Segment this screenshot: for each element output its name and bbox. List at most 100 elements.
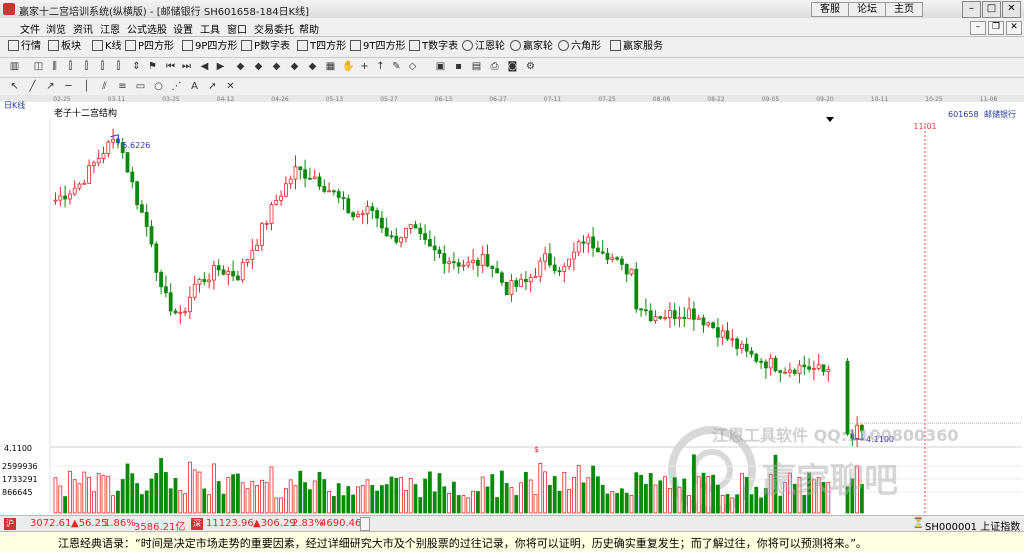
volume-bar xyxy=(701,472,706,514)
candle-icon[interactable]: ⫿ xyxy=(64,60,77,73)
first-icon[interactable]: ⏮ xyxy=(164,60,177,73)
menu-help[interactable]: 帮助 xyxy=(299,21,319,36)
gann-fan-icon[interactable]: ⋰ xyxy=(170,80,183,93)
forum-button[interactable]: 论坛 xyxy=(848,2,886,17)
candle-body xyxy=(634,268,639,310)
candle2-icon[interactable]: ⫿ xyxy=(80,60,93,73)
delete-icon[interactable]: ✕ xyxy=(224,80,237,93)
crosshair-icon[interactable]: + xyxy=(358,60,371,73)
volume-bar xyxy=(264,482,269,514)
winner-service-icon xyxy=(610,40,621,51)
vline-icon[interactable]: │ xyxy=(80,80,93,93)
candle-body xyxy=(87,165,91,184)
mdi-close-icon[interactable]: ✕ xyxy=(1006,21,1022,35)
arrow-up-icon[interactable]: ↑ xyxy=(374,60,387,73)
channel-icon[interactable]: ⫽ xyxy=(98,80,111,93)
pencil-icon[interactable]: ✎ xyxy=(390,60,403,73)
menu-browse[interactable]: 浏览 xyxy=(46,21,66,36)
status-scroll-left-icon[interactable] xyxy=(360,517,370,531)
fib-icon[interactable]: ≡ xyxy=(116,80,129,93)
customer-service-button[interactable]: 客服 xyxy=(811,2,849,17)
arrow-icon[interactable]: ➚ xyxy=(206,80,219,93)
camera-icon[interactable]: ◙ xyxy=(506,60,519,73)
p-square-button[interactable]: P四方形 xyxy=(125,40,174,54)
calc-icon[interactable]: ▣ xyxy=(434,60,447,73)
close-icon[interactable]: ✕ xyxy=(1002,1,1021,18)
menu-info[interactable]: 资讯 xyxy=(73,21,93,36)
candle-body xyxy=(701,317,706,326)
rect-icon[interactable]: ▭ xyxy=(134,80,147,93)
ray-icon[interactable]: ↗ xyxy=(44,80,57,93)
candle-body xyxy=(624,264,629,275)
candle4-icon[interactable]: ⫿ xyxy=(112,60,125,73)
date-tick-label: 03-11 xyxy=(108,96,126,103)
t-numbers-button[interactable]: T数字表 xyxy=(409,40,458,54)
candle-body xyxy=(173,310,178,314)
sector-button[interactable]: 板块 xyxy=(48,40,81,54)
gear-icon[interactable]: ⚙ xyxy=(524,60,537,73)
candle3-icon[interactable]: ⫿ xyxy=(96,60,109,73)
left-icon[interactable]: ◀ xyxy=(198,60,211,73)
menu-file[interactable]: 文件 xyxy=(20,21,40,36)
layout-icon[interactable]: ▥ xyxy=(8,60,21,73)
index-switch-icon[interactable]: ⏳ xyxy=(912,518,924,529)
candle-body xyxy=(403,228,408,239)
window-icon[interactable]: ▤ xyxy=(470,60,483,73)
volume-bar xyxy=(279,497,284,514)
menu-window[interactable]: 窗口 xyxy=(227,21,247,36)
diamond3-icon[interactable]: ◆ xyxy=(270,60,283,73)
flag-icon[interactable]: ⚑ xyxy=(146,60,159,73)
candle-body xyxy=(581,241,586,244)
volume-bar xyxy=(461,495,466,514)
volume-bar xyxy=(576,464,581,514)
candle-body xyxy=(687,308,691,319)
9p-square-button[interactable]: 9P四方形 xyxy=(182,40,237,54)
winner-service-button[interactable]: 赢家服务 xyxy=(610,40,663,54)
hline-icon[interactable]: ─ xyxy=(62,80,75,93)
compare-icon[interactable]: ◫ xyxy=(32,60,45,73)
p-numbers-button[interactable]: P数字表 xyxy=(241,40,290,54)
grid-icon[interactable]: ▦ xyxy=(324,60,337,73)
volume-bar xyxy=(596,476,600,514)
gann-wheel-button[interactable]: 江恩轮 xyxy=(462,40,505,54)
chart-panel[interactable]: 02-25 03-11 03-25 04-12 04-26 05-13 05-27 06-13… xyxy=(0,95,1024,515)
menu-formula[interactable]: 公式选股 xyxy=(127,21,167,36)
t-square-button[interactable]: T四方形 xyxy=(297,40,346,54)
right-icon[interactable]: ▶ xyxy=(214,60,227,73)
volume-bar xyxy=(740,473,744,514)
menu-gann[interactable]: 江恩 xyxy=(100,21,120,36)
homepage-button[interactable]: 主页 xyxy=(885,2,923,17)
mdi-minimize-icon[interactable]: – xyxy=(970,21,986,35)
menu-trade[interactable]: 交易委托 xyxy=(254,21,294,36)
diamond5-icon[interactable]: ◆ xyxy=(306,60,319,73)
next-icon[interactable]: ⏭ xyxy=(180,60,193,73)
save-icon[interactable]: ▪ xyxy=(452,60,465,73)
circle-icon[interactable]: ○ xyxy=(152,80,165,93)
shapes-icon[interactable]: ◇ xyxy=(406,60,419,73)
volume-bar xyxy=(605,493,610,514)
print-icon[interactable]: ⎙ xyxy=(488,60,501,73)
winner-wheel-button[interactable]: 赢家轮 xyxy=(510,40,553,54)
candle-body xyxy=(144,211,149,227)
text-icon[interactable]: A xyxy=(188,80,201,93)
menu-tools[interactable]: 工具 xyxy=(200,21,220,36)
kline-button[interactable]: K线 xyxy=(92,40,122,54)
candle-body xyxy=(216,265,221,271)
diamond4-icon[interactable]: ◆ xyxy=(288,60,301,73)
diamond1-icon[interactable]: ◆ xyxy=(234,60,247,73)
volume-bar xyxy=(111,495,115,514)
diamond2-icon[interactable]: ◆ xyxy=(252,60,265,73)
hexagon-button[interactable]: 六角形 xyxy=(558,40,601,54)
mdi-restore-icon[interactable]: ❐ xyxy=(988,21,1004,35)
bars-icon[interactable]: ⫼ xyxy=(48,60,61,73)
9t-square-button[interactable]: 9T四方形 xyxy=(350,40,405,54)
menu-settings[interactable]: 设置 xyxy=(173,21,193,36)
hand-icon[interactable]: ✋ xyxy=(342,60,355,73)
quotes-button[interactable]: 行情 xyxy=(8,40,41,54)
cursor-icon[interactable]: ⇕ xyxy=(130,60,143,73)
kline-chart[interactable]: 02-25 03-11 03-25 04-12 04-26 05-13 05-27 06-13… xyxy=(0,95,1024,515)
select-icon[interactable]: ↖ xyxy=(8,80,21,93)
maximize-icon[interactable]: □ xyxy=(982,1,1001,18)
minimize-icon[interactable]: – xyxy=(962,1,981,18)
line-icon[interactable]: ╱ xyxy=(26,80,39,93)
